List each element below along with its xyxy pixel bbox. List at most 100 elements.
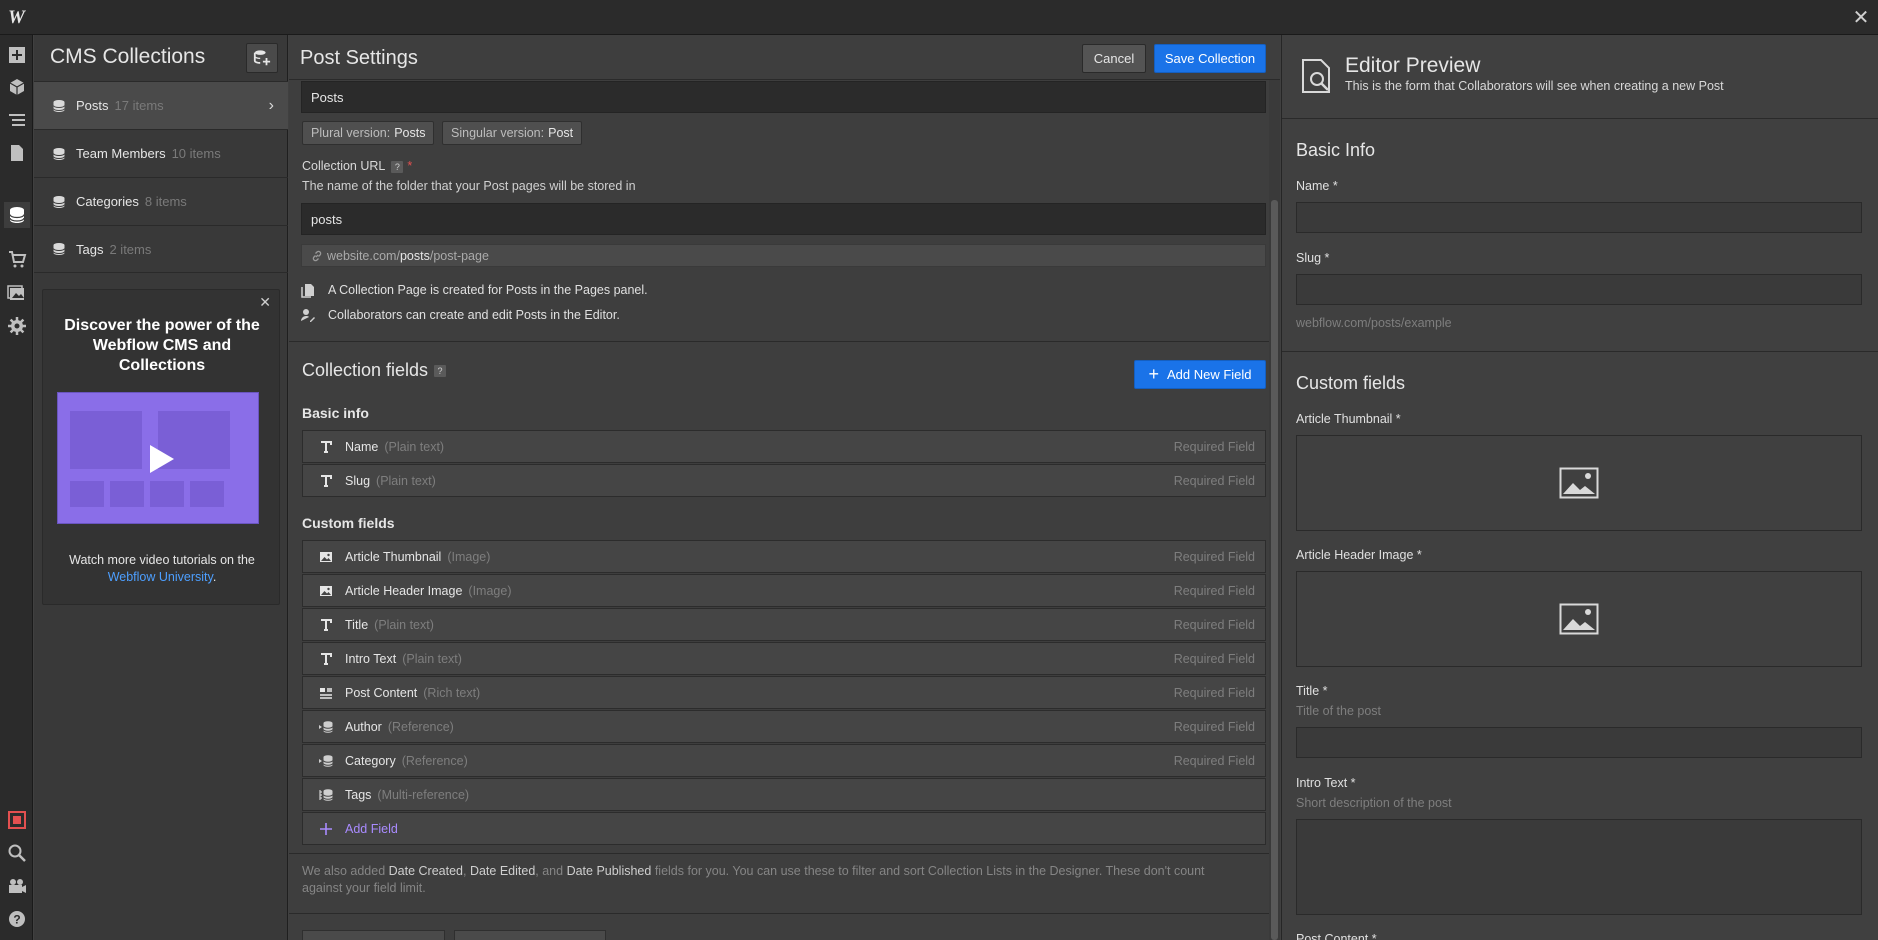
preview-post-content-label: Post Content * — [1296, 932, 1377, 940]
database-icon — [53, 147, 65, 160]
field-row-name[interactable]: Name (Plain text) Required Field — [302, 430, 1266, 463]
video-tutorials-icon[interactable] — [4, 873, 30, 899]
scrollbar-thumb[interactable] — [1271, 200, 1278, 940]
collection-name-input[interactable]: Posts — [301, 81, 1266, 113]
cancel-button[interactable]: Cancel — [1082, 44, 1146, 73]
collection-name: Tags — [76, 241, 104, 257]
preview-thumbnail-label: Article Thumbnail * — [1296, 412, 1401, 426]
assets-icon[interactable] — [4, 280, 30, 306]
preview-title-label: Title * — [1296, 684, 1328, 698]
scrollbar[interactable] — [1269, 80, 1280, 940]
link-icon — [312, 250, 322, 261]
field-row-post-content[interactable]: Post Content (Rich text) Required Field — [302, 676, 1266, 709]
settings-gear-icon[interactable] — [4, 313, 30, 339]
add-field-button[interactable]: Add Field — [302, 812, 1266, 845]
preview-name-input[interactable] — [1296, 202, 1862, 233]
collection-url-label: Collection URL? * — [302, 159, 413, 173]
image-placeholder-icon — [1559, 603, 1599, 635]
pages-icon[interactable] — [4, 140, 30, 166]
field-row-title[interactable]: Title (Plain text) Required Field — [302, 608, 1266, 641]
help-icon[interactable]: ? — [4, 906, 30, 932]
top-bar: W ✕ — [0, 0, 1878, 35]
field-name: Post Content — [345, 685, 418, 700]
field-row-author[interactable]: Author (Reference) Required Field — [302, 710, 1266, 743]
database-icon — [53, 243, 65, 255]
preview-slug-label: Slug * — [1296, 251, 1330, 265]
required-star: * — [407, 159, 413, 173]
field-row-article-thumbnail[interactable]: Article Thumbnail (Image) Required Field — [302, 540, 1266, 573]
field-row-slug[interactable]: Slug (Plain text) Required Field — [302, 464, 1266, 497]
close-icon[interactable]: ✕ — [1848, 5, 1874, 31]
close-icon[interactable]: ✕ — [259, 294, 271, 311]
preview-header: Editor Preview This is the form that Col… — [1282, 35, 1878, 119]
field-type: (Plain text) — [402, 651, 462, 666]
ecommerce-cart-icon[interactable] — [4, 246, 30, 272]
divider — [289, 853, 1269, 854]
field-type: (Reference) — [401, 753, 468, 768]
field-type: (Image) — [447, 549, 491, 564]
cms-database-icon[interactable] — [4, 202, 30, 228]
add-field-label: Add Field — [345, 821, 398, 836]
field-row-intro-text[interactable]: Intro Text (Plain text) Required Field — [302, 642, 1266, 675]
required-field-label: Required Field — [1173, 753, 1255, 768]
collection-name: Team Members — [76, 146, 166, 161]
promo-text: Watch more video tutorials on the Webflo… — [69, 553, 255, 584]
rich-text-icon — [320, 687, 332, 699]
preview-title-hint: Title of the post — [1296, 704, 1381, 718]
add-collection-button[interactable] — [246, 43, 278, 73]
preview-name-label: Name * — [1296, 179, 1338, 193]
field-row-category[interactable]: Category (Reference) Required Field — [302, 744, 1266, 777]
promo-heading: Discover the power of the Webflow CMS an… — [64, 317, 260, 374]
text-icon — [321, 618, 332, 631]
url-preview: website.com/posts/post-page — [301, 244, 1266, 267]
add-new-field-button[interactable]: + Add New Field — [1134, 360, 1266, 389]
chevron-right-icon: › — [268, 97, 274, 114]
collection-name: Categories — [76, 194, 139, 209]
field-name: Name — [345, 439, 379, 454]
collection-url-help: The name of the folder that your Post pa… — [302, 179, 636, 193]
preview-header-image-upload[interactable] — [1296, 571, 1862, 667]
navigator-icon[interactable] — [4, 107, 30, 133]
preview-slug-input[interactable] — [1296, 274, 1862, 305]
collection-count: 17 items — [114, 98, 164, 113]
preview-intro-hint: Short description of the post — [1296, 796, 1452, 810]
preview-title-input[interactable] — [1296, 727, 1862, 758]
field-type: (Plain text) — [376, 473, 436, 488]
multi-reference-icon — [319, 788, 333, 801]
reference-icon — [319, 754, 333, 767]
help-icon[interactable]: ? — [391, 160, 404, 173]
help-icon[interactable]: ? — [434, 365, 447, 378]
footer-button[interactable] — [302, 930, 445, 940]
text-icon — [321, 440, 332, 453]
database-plus-icon — [253, 50, 271, 66]
audit-icon[interactable] — [4, 807, 30, 833]
save-collection-button[interactable]: Save Collection — [1154, 44, 1266, 73]
divider — [1282, 351, 1878, 352]
promo-video-thumbnail[interactable] — [57, 392, 259, 524]
add-panel-icon[interactable] — [4, 42, 30, 68]
field-row-tags[interactable]: Tags (Multi-reference) — [302, 778, 1266, 811]
collection-fields-title: Collection fields? — [302, 360, 447, 381]
collection-item-tags[interactable]: Tags 2 items — [34, 225, 288, 273]
collection-item-team-members[interactable]: Team Members 10 items — [34, 129, 288, 177]
collection-item-categories[interactable]: Categories 8 items — [34, 177, 288, 225]
collection-url-input[interactable]: posts — [301, 203, 1266, 235]
preview-subtitle: This is the form that Collaborators will… — [1345, 79, 1724, 93]
webflow-university-link[interactable]: Webflow University — [108, 570, 213, 584]
svg-text:?: ? — [13, 913, 20, 927]
required-field-label: Required Field — [1173, 719, 1255, 734]
webflow-logo[interactable]: W — [8, 7, 32, 29]
cms-promo-card: ✕ Discover the power of the Webflow CMS … — [42, 289, 280, 605]
field-type: (Multi-reference) — [377, 787, 470, 802]
symbols-cube-icon[interactable] — [4, 74, 30, 100]
date-fields-footnote: We also added Date Created, Date Edited,… — [302, 864, 1205, 895]
field-row-article-header-image[interactable]: Article Header Image (Image) Required Fi… — [302, 574, 1266, 607]
preview-thumbnail-upload[interactable] — [1296, 435, 1862, 531]
field-type: (Reference) — [387, 719, 454, 734]
required-field-label: Required Field — [1173, 583, 1255, 598]
preview-intro-textarea[interactable] — [1296, 819, 1862, 915]
collection-item-posts[interactable]: Posts 17 items › — [34, 81, 288, 129]
search-icon[interactable] — [4, 840, 30, 866]
info-collaborators: Collaborators can create and edit Posts … — [300, 307, 620, 323]
footer-button[interactable] — [454, 930, 606, 940]
